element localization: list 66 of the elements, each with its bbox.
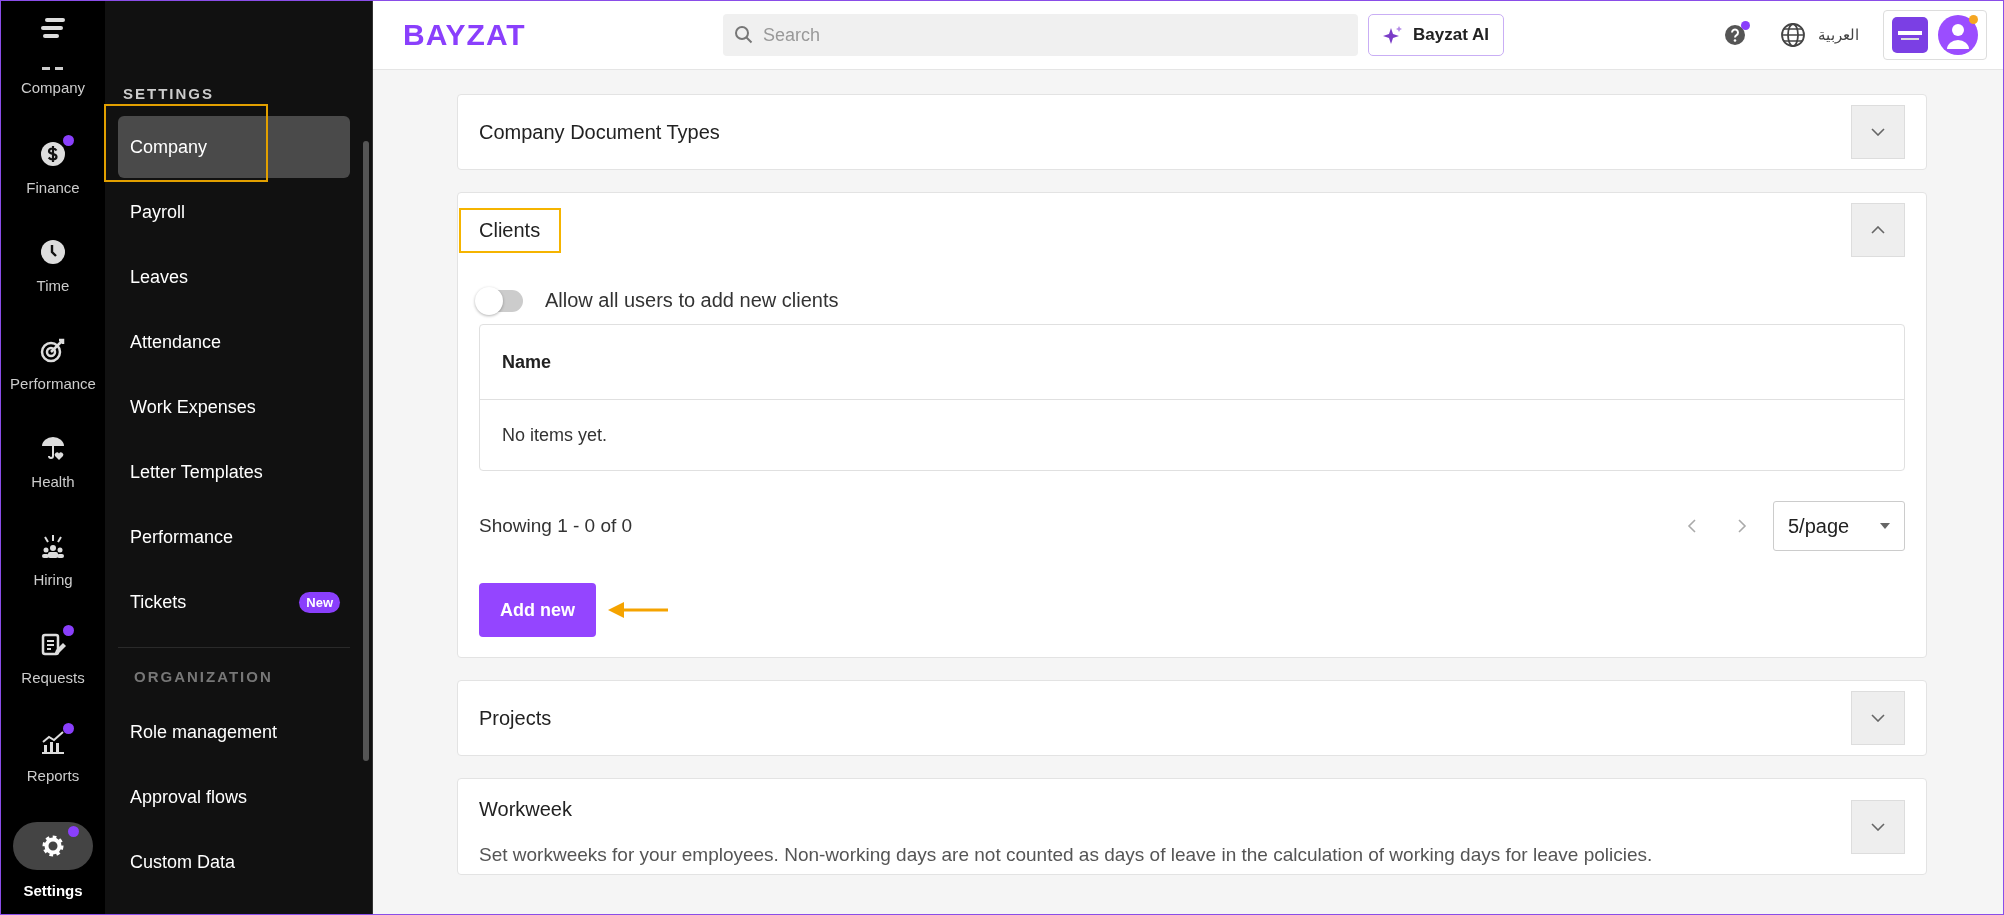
page-size-select[interactable]: 5/page <box>1773 501 1905 551</box>
section-title: Clients <box>459 207 562 253</box>
toggle-label: Allow all users to add new clients <box>545 289 839 312</box>
logo[interactable]: BAYZAT <box>403 18 713 52</box>
dropdown-caret-icon <box>1880 523 1890 529</box>
search-field[interactable]: Search <box>723 14 1358 56</box>
expand-toggle-button[interactable] <box>1851 799 1905 854</box>
rail-nav-item[interactable]: Finance <box>1 119 105 217</box>
search-icon <box>734 25 754 45</box>
chart-icon <box>40 728 66 755</box>
settings-menu-item[interactable]: Company <box>118 116 350 178</box>
pagination-summary: Showing 1 - 0 of 0 <box>479 515 633 537</box>
scrollbar[interactable] <box>363 141 369 761</box>
chevron-down-icon <box>1871 822 1885 831</box>
rail-nav-item[interactable]: Company <box>1 67 105 119</box>
rail-nav-item[interactable]: Health <box>1 413 105 511</box>
settings-menu-item[interactable]: Payroll <box>118 181 350 243</box>
rail-nav-item[interactable]: Hiring <box>1 511 105 609</box>
expand-toggle-button[interactable] <box>1851 203 1905 257</box>
section-title: Company Document Types <box>479 119 720 145</box>
clock-icon <box>40 238 66 265</box>
globe-icon[interactable] <box>1780 22 1806 48</box>
settings-menu-item[interactable]: Attendance <box>118 311 350 373</box>
settings-menu-item[interactable]: Work Expenses <box>118 376 350 438</box>
people-icon <box>40 532 66 559</box>
settings-menu-item[interactable]: Performance <box>118 506 350 568</box>
section-description: Set workweeks for your employees. Non-working days are not counted as days of leave in the calculation of working days for leave policies. <box>479 844 1654 866</box>
chevron-down-icon <box>1871 714 1885 722</box>
rail-nav-item[interactable]: Reports <box>1 707 105 805</box>
menu-group-title: ORGANIZATION <box>133 667 274 687</box>
settings-menu-item[interactable]: Leaves <box>118 246 350 308</box>
section-title: Projects <box>479 705 552 731</box>
expand-toggle-button[interactable] <box>1851 691 1905 745</box>
section-title: Workweek <box>479 797 572 822</box>
settings-menu-item[interactable]: Role management <box>118 701 350 763</box>
umbrella-heart-icon <box>40 434 66 461</box>
ai-button[interactable]: Bayzat AI <box>1368 14 1504 56</box>
settings-menu-item[interactable]: Custom Data <box>118 831 350 893</box>
chevron-up-icon <box>1871 226 1885 234</box>
language-link[interactable]: العربية <box>1818 26 1859 44</box>
avatar-icon <box>1938 15 1978 55</box>
column-header: Name <box>502 351 552 373</box>
add-new-button[interactable]: Add new <box>479 583 596 637</box>
rail-nav-item[interactable]: Time <box>1 217 105 315</box>
rail-nav-item[interactable]: Requests <box>1 609 105 707</box>
menu-icon[interactable] <box>39 17 67 41</box>
target-icon <box>40 336 66 363</box>
settings-menu-item[interactable]: Letter Templates <box>118 441 350 503</box>
account-switcher[interactable] <box>1883 10 1987 60</box>
next-page-icon[interactable] <box>1737 519 1747 533</box>
rail-nav-item[interactable]: Settings <box>1 811 105 909</box>
previous-page-icon[interactable] <box>1687 519 1697 533</box>
menu-group-title: SETTINGS <box>122 84 215 104</box>
empty-message: No items yet. <box>502 424 608 446</box>
settings-menu-item[interactable]: Approval flows <box>118 766 350 828</box>
new-badge: New <box>299 591 340 613</box>
chevron-down-icon <box>1871 128 1885 136</box>
help-icon[interactable] <box>1724 24 1746 46</box>
settings-menu-item[interactable]: Tickets New <box>118 571 350 633</box>
dollar-icon <box>40 140 66 167</box>
dash-icon <box>42 67 64 71</box>
company-logo-icon <box>1892 17 1928 53</box>
rail-nav-item[interactable]: Performance <box>1 315 105 413</box>
sparkle-icon <box>1383 25 1403 45</box>
toggle-switch[interactable] <box>477 289 523 312</box>
expand-toggle-button[interactable] <box>1851 105 1905 159</box>
